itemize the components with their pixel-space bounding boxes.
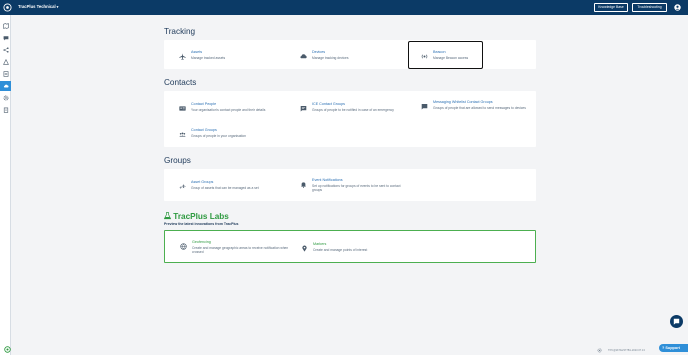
user-account-icon[interactable] <box>674 4 681 11</box>
tile-description: Set up notifications for groups of event… <box>312 183 401 192</box>
chat-bubble-icon <box>3 36 8 41</box>
tile-description: Group of assets that can be managed as a… <box>191 185 259 190</box>
tracking-section-title: Tracking <box>164 27 196 36</box>
flask-icon <box>163 212 172 220</box>
sidebar-item-alerts[interactable] <box>0 57 11 67</box>
labs-suffix: Labs <box>209 212 229 221</box>
chevron-down-icon: ▾ <box>56 5 59 9</box>
organisation-name: TracPlus Technical <box>18 4 56 9</box>
chat-launcher-button[interactable] <box>670 315 683 328</box>
tile-title: Devices <box>312 50 326 54</box>
sidebar-item-organisation[interactable] <box>0 105 11 115</box>
tile-title: Asset Groups <box>191 180 214 184</box>
contacts-section-title: Contacts <box>164 78 197 87</box>
contacts-card: Contact People Your organisation's conta… <box>164 91 536 147</box>
tile-description: Manage tracked assets <box>191 55 226 60</box>
group-icon <box>179 132 186 137</box>
top-bar: TracPlus Technical▾ Knowledge Base Troub… <box>0 0 688 15</box>
share-icon <box>2 47 9 53</box>
tile-assets[interactable]: Assets Manage tracked assets <box>179 50 289 64</box>
sidebar-item-settings[interactable] <box>0 93 11 103</box>
groups-section-title: Groups <box>164 156 191 165</box>
building-icon <box>3 107 8 113</box>
tile-title: Geofencing <box>192 240 211 244</box>
tile-markers[interactable]: Markers Create and manage points of inte… <box>301 242 411 256</box>
sidebar-item-messaging[interactable] <box>0 33 11 43</box>
gear-icon <box>3 95 8 101</box>
warning-icon <box>2 59 9 65</box>
organisation-selector[interactable]: TracPlus Technical▾ <box>18 4 58 9</box>
tile-description: Create and manage points of interest <box>313 247 368 252</box>
support-button[interactable]: ? Support <box>659 344 688 352</box>
marker-icon <box>302 245 307 252</box>
tile-title: ICE Contact Groups <box>312 102 345 106</box>
cloud-device-icon <box>300 54 307 59</box>
tile-description: Groups of people to be notified in case … <box>312 107 394 112</box>
settings-gear-icon[interactable] <box>597 348 602 353</box>
sidebar-item-map[interactable] <box>0 21 11 31</box>
troubleshooting-button[interactable]: Troubleshooting <box>632 3 667 12</box>
message-icon <box>300 106 307 112</box>
cloud-icon <box>3 84 9 88</box>
tile-description: Manage tracking devices <box>312 55 349 60</box>
labs-card: Geofencing Create and manage geographic … <box>164 230 536 263</box>
report-icon <box>3 71 8 77</box>
sidebar-item-sharing[interactable] <box>0 45 11 55</box>
tile-title: Event Notifications <box>312 178 343 182</box>
labs-brand: TracPlus <box>173 212 208 221</box>
bell-icon <box>300 182 307 188</box>
tile-contact-groups[interactable]: Contact Groups Groups of people in your … <box>179 128 289 142</box>
tile-title: Messaging Whitelist Contact Groups <box>433 100 493 104</box>
support-label: Support <box>665 346 680 350</box>
map-icon <box>2 23 9 29</box>
tile-title: Contact Groups <box>191 128 217 132</box>
geofence-icon <box>180 243 187 250</box>
tile-description: Create and manage geographic areas to re… <box>192 245 289 254</box>
sidebar <box>0 15 11 355</box>
help-icon: ? <box>662 346 665 350</box>
aircraft-icon <box>179 53 186 60</box>
sidebar-item-manage[interactable] <box>0 81 11 91</box>
sidebar-item-reports[interactable] <box>0 69 11 79</box>
labs-subtitle: Preview the latest innovations from Trac… <box>164 222 239 226</box>
tile-title: Markers <box>313 242 327 246</box>
tile-event-notifications[interactable]: Event Notifications Set up notifications… <box>300 178 410 196</box>
tile-description: Groups of people that are allowed to sen… <box>433 105 526 110</box>
labs-section-title: TracPlus Labs <box>163 212 229 221</box>
chat-icon <box>421 104 428 110</box>
tile-description: Groups of people in your organisation <box>191 133 246 138</box>
tile-title: Contact People <box>191 102 217 106</box>
tile-contact-people[interactable]: Contact People Your organisation's conta… <box>179 102 289 116</box>
groups-card: Asset Groups Group of assets that can be… <box>164 169 536 201</box>
beacon-tile-highlight <box>408 41 483 69</box>
tile-geofencing[interactable]: Geofencing Create and manage geographic … <box>180 240 290 258</box>
knowledge-base-button[interactable]: Knowledge Base <box>594 3 628 12</box>
contact-card-icon <box>179 106 186 111</box>
chat-launcher-icon <box>673 318 680 325</box>
version-label: TPC@2F7E2377B1-2023.07.13 <box>608 349 645 352</box>
tile-title: Assets <box>191 50 203 54</box>
tracplus-logo-icon[interactable] <box>3 3 12 12</box>
tile-devices[interactable]: Devices Manage tracking devices <box>300 50 410 64</box>
tile-ice-contact-groups[interactable]: ICE Contact Groups Groups of people to b… <box>300 102 410 116</box>
tile-description: Your organisation's contact people and t… <box>191 107 266 112</box>
tile-asset-groups[interactable]: Asset Groups Group of assets that can be… <box>179 180 289 194</box>
tile-messaging-whitelist[interactable]: Messaging Whitelist Contact Groups Group… <box>421 100 531 118</box>
tracplus-footer-logo-icon <box>4 346 11 353</box>
asset-group-icon <box>179 183 186 189</box>
